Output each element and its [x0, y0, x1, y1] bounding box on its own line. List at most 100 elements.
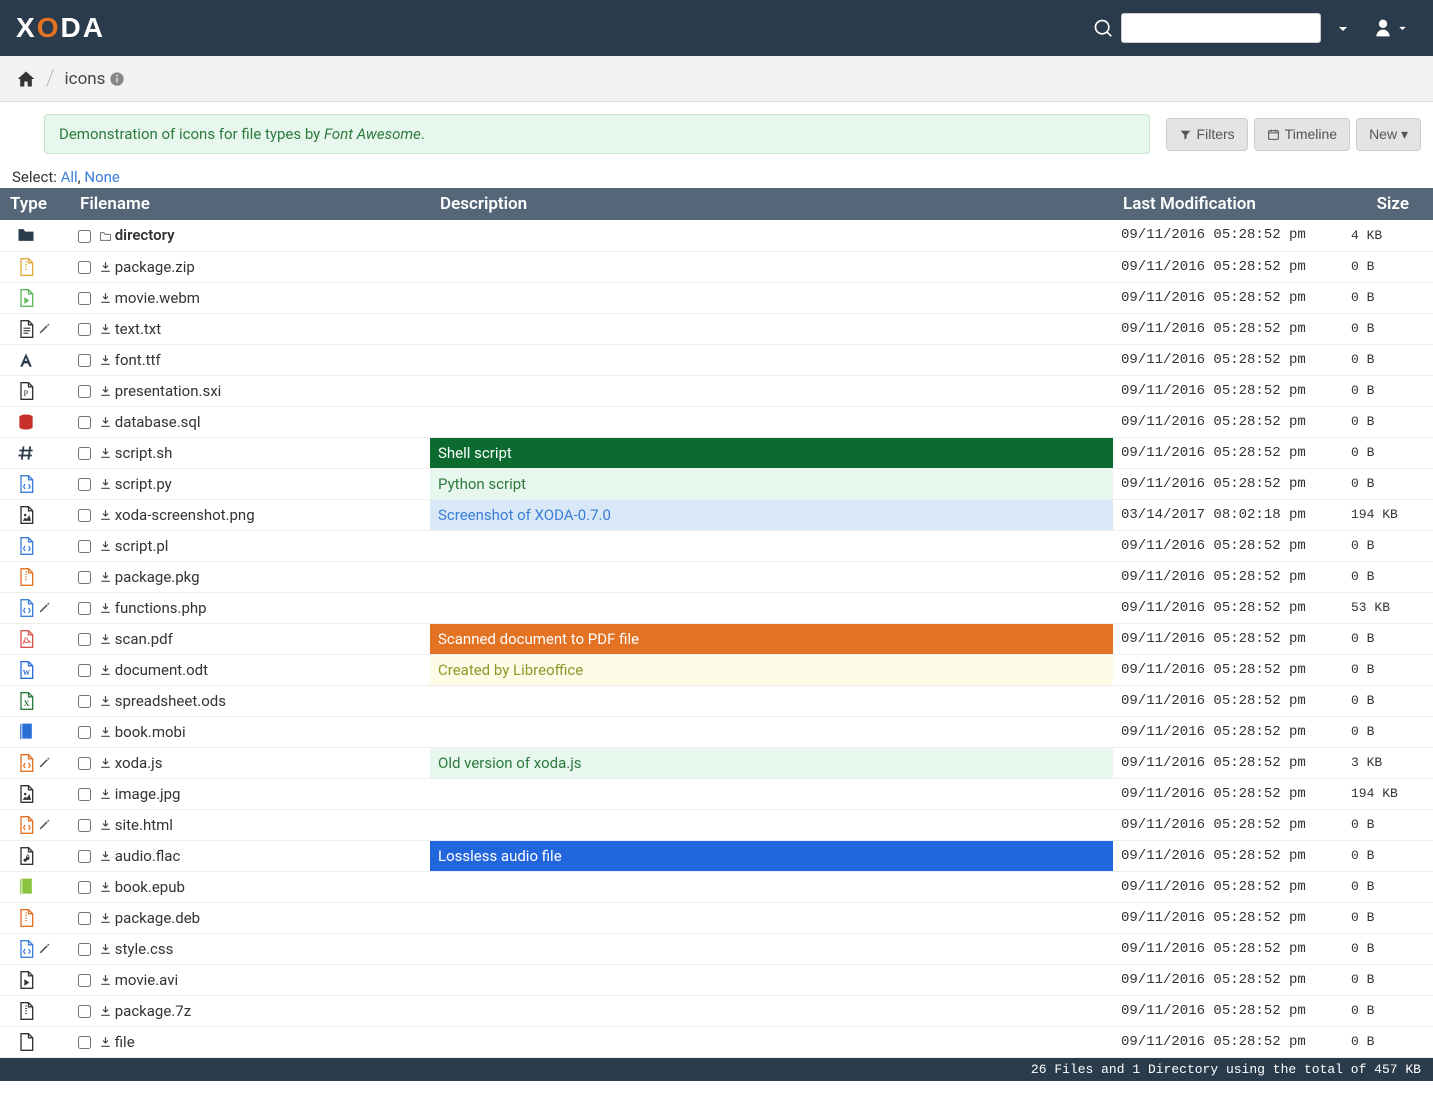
table-row[interactable]: document.odtCreated by Libreoffice09/11/…	[0, 654, 1433, 685]
file-link[interactable]: audio.flac	[115, 847, 181, 865]
table-row[interactable]: site.html09/11/2016 05:28:52 pm0 B	[0, 809, 1433, 840]
file-link[interactable]: script.py	[115, 475, 172, 493]
download-icon[interactable]	[99, 475, 112, 493]
file-link[interactable]: package.deb	[115, 909, 200, 927]
table-row[interactable]: directory09/11/2016 05:28:52 pm4 KB	[0, 220, 1433, 251]
download-icon[interactable]	[99, 1033, 112, 1051]
file-link[interactable]: xoda-screenshot.png	[115, 506, 255, 524]
row-checkbox[interactable]	[78, 1036, 91, 1049]
row-checkbox[interactable]	[78, 819, 91, 832]
breadcrumb-home[interactable]	[16, 68, 36, 89]
file-link[interactable]: style.css	[115, 940, 174, 958]
table-row[interactable]: style.css09/11/2016 05:28:52 pm0 B	[0, 933, 1433, 964]
row-checkbox[interactable]	[78, 354, 91, 367]
table-row[interactable]: spreadsheet.ods09/11/2016 05:28:52 pm0 B	[0, 685, 1433, 716]
search-icon[interactable]	[1093, 18, 1113, 38]
pencil-icon[interactable]	[38, 938, 51, 956]
col-size[interactable]: Size	[1343, 188, 1433, 220]
row-checkbox[interactable]	[78, 912, 91, 925]
row-checkbox[interactable]	[78, 757, 91, 770]
download-icon[interactable]	[99, 909, 112, 927]
download-icon[interactable]	[99, 723, 112, 741]
file-link[interactable]: book.mobi	[115, 723, 186, 741]
download-icon[interactable]	[99, 754, 112, 772]
download-icon[interactable]	[99, 258, 112, 276]
col-filename[interactable]: Filename	[70, 188, 430, 220]
file-link[interactable]: directory	[115, 226, 175, 244]
row-checkbox[interactable]	[78, 726, 91, 739]
file-link[interactable]: book.epub	[115, 878, 185, 896]
table-row[interactable]: script.pl09/11/2016 05:28:52 pm0 B	[0, 530, 1433, 561]
table-row[interactable]: script.pyPython script09/11/2016 05:28:5…	[0, 468, 1433, 499]
row-checkbox[interactable]	[78, 602, 91, 615]
row-checkbox[interactable]	[78, 1005, 91, 1018]
download-icon[interactable]	[99, 382, 112, 400]
row-checkbox[interactable]	[78, 230, 91, 243]
row-checkbox[interactable]	[78, 695, 91, 708]
table-row[interactable]: package.zip09/11/2016 05:28:52 pm0 B	[0, 251, 1433, 282]
logo[interactable]: XODA	[16, 12, 105, 44]
download-icon[interactable]	[99, 971, 112, 989]
pencil-icon[interactable]	[38, 597, 51, 615]
table-row[interactable]: font.ttf09/11/2016 05:28:52 pm0 B	[0, 344, 1433, 375]
row-checkbox[interactable]	[78, 943, 91, 956]
file-link[interactable]: package.7z	[115, 1002, 191, 1020]
row-checkbox[interactable]	[78, 881, 91, 894]
filters-button[interactable]: Filters	[1166, 118, 1248, 151]
download-icon[interactable]	[99, 413, 112, 431]
table-row[interactable]: movie.avi09/11/2016 05:28:52 pm0 B	[0, 964, 1433, 995]
download-icon[interactable]	[99, 785, 112, 803]
table-row[interactable]: functions.php09/11/2016 05:28:52 pm53 KB	[0, 592, 1433, 623]
new-button[interactable]: New ▾	[1356, 118, 1421, 151]
table-row[interactable]: xoda.jsOld version of xoda.js09/11/2016 …	[0, 747, 1433, 778]
file-link[interactable]: font.ttf	[115, 351, 161, 369]
file-link[interactable]: file	[115, 1033, 135, 1051]
pencil-icon[interactable]	[38, 814, 51, 832]
download-icon[interactable]	[99, 661, 112, 679]
row-checkbox[interactable]	[78, 416, 91, 429]
file-link[interactable]: package.pkg	[115, 568, 200, 586]
search-input[interactable]	[1121, 13, 1321, 43]
col-description[interactable]: Description	[430, 188, 1113, 220]
pencil-icon[interactable]	[38, 752, 51, 770]
download-icon[interactable]	[99, 816, 112, 834]
row-checkbox[interactable]	[78, 850, 91, 863]
download-icon[interactable]	[99, 568, 112, 586]
row-checkbox[interactable]	[78, 788, 91, 801]
row-checkbox[interactable]	[78, 509, 91, 522]
file-link[interactable]: database.sql	[115, 413, 201, 431]
table-row[interactable]: movie.webm09/11/2016 05:28:52 pm0 B	[0, 282, 1433, 313]
table-row[interactable]: book.epub09/11/2016 05:28:52 pm0 B	[0, 871, 1433, 902]
row-checkbox[interactable]	[78, 292, 91, 305]
table-row[interactable]: package.deb09/11/2016 05:28:52 pm0 B	[0, 902, 1433, 933]
row-checkbox[interactable]	[78, 261, 91, 274]
table-row[interactable]: scan.pdfScanned document to PDF file09/1…	[0, 623, 1433, 654]
file-link[interactable]: presentation.sxi	[115, 382, 222, 400]
download-icon[interactable]	[99, 847, 112, 865]
row-checkbox[interactable]	[78, 385, 91, 398]
table-row[interactable]: package.7z09/11/2016 05:28:52 pm0 B	[0, 995, 1433, 1026]
download-icon[interactable]	[99, 1002, 112, 1020]
select-none-link[interactable]: None	[84, 168, 120, 186]
row-checkbox[interactable]	[78, 323, 91, 336]
table-row[interactable]: audio.flacLossless audio file09/11/2016 …	[0, 840, 1433, 871]
table-row[interactable]: text.txt09/11/2016 05:28:52 pm0 B	[0, 313, 1433, 344]
row-checkbox[interactable]	[78, 664, 91, 677]
select-all-link[interactable]: All	[61, 168, 78, 186]
download-icon[interactable]	[99, 289, 112, 307]
download-icon[interactable]	[99, 444, 112, 462]
download-icon[interactable]	[99, 940, 112, 958]
row-checkbox[interactable]	[78, 571, 91, 584]
table-row[interactable]: package.pkg09/11/2016 05:28:52 pm0 B	[0, 561, 1433, 592]
table-row[interactable]: book.mobi09/11/2016 05:28:52 pm0 B	[0, 716, 1433, 747]
user-menu[interactable]	[1365, 18, 1417, 38]
info-icon[interactable]	[109, 69, 125, 89]
file-link[interactable]: text.txt	[115, 320, 161, 338]
download-icon[interactable]	[99, 692, 112, 710]
file-link[interactable]: spreadsheet.ods	[115, 692, 226, 710]
table-row[interactable]: presentation.sxi09/11/2016 05:28:52 pm0 …	[0, 375, 1433, 406]
download-icon[interactable]	[99, 351, 112, 369]
table-row[interactable]: xoda-screenshot.pngScreenshot of XODA-0.…	[0, 499, 1433, 530]
table-row[interactable]: file09/11/2016 05:28:52 pm0 B	[0, 1026, 1433, 1057]
download-icon[interactable]	[99, 320, 112, 338]
